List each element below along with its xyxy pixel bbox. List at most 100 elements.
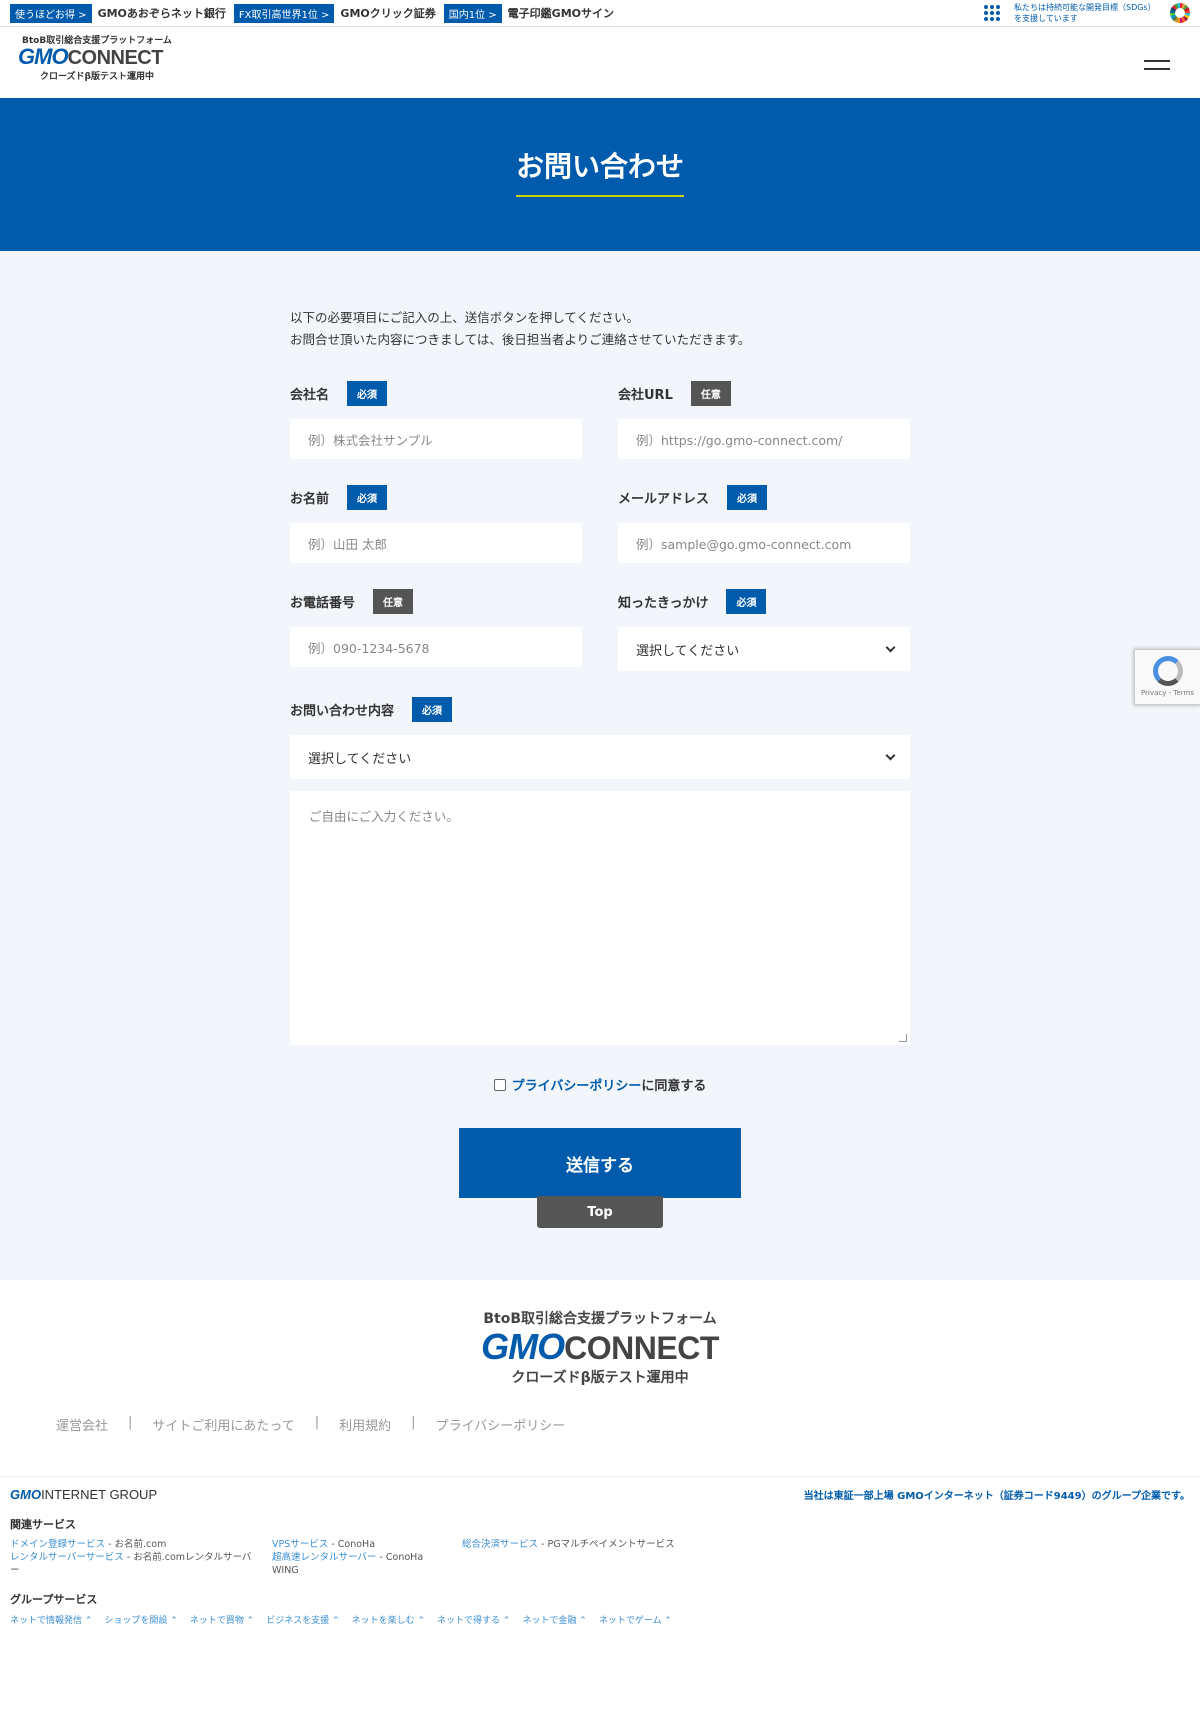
service-name[interactable]: PGマルチペイメントサービス — [548, 1539, 675, 1550]
promo-sign[interactable]: 国内1位 > 電子印鑑GMOサイン — [443, 3, 614, 23]
required-badge: 必須 — [347, 380, 388, 406]
service-link[interactable]: ドメイン登録サービス — [10, 1539, 105, 1550]
resize-handle-icon[interactable] — [899, 1034, 907, 1042]
required-badge: 必須 — [727, 484, 768, 510]
service-link[interactable]: レンタルサーバーサービス — [10, 1552, 124, 1563]
promo-badge[interactable]: 使うほどお得 > — [10, 3, 92, 23]
footer-logo[interactable]: BtoB取引総合支援プラットフォーム GMOCONNECT クローズドβ版テスト… — [0, 1308, 1200, 1387]
service-link[interactable]: 超高速レンタルサーバー — [272, 1552, 376, 1563]
group-service-item[interactable]: ネットで買物 ⌃ — [190, 1613, 254, 1626]
recaptcha-badge[interactable]: Privacy - Terms — [1134, 649, 1200, 705]
message-textarea[interactable]: ご自由にご入力ください。 — [290, 791, 910, 1045]
phone-field: お電話番号 任意 例）090-1234-5678 — [290, 588, 582, 671]
related-services: ドメイン登録サービス - お名前.com レンタルサーバーサービス - お名前.… — [10, 1539, 675, 1576]
required-badge: 必須 — [726, 588, 767, 614]
agree-text: に同意する — [641, 1079, 707, 1094]
inquiry-select-value: 選択してください — [308, 751, 412, 767]
required-badge: 必須 — [347, 484, 388, 510]
phone-label: お電話番号 — [290, 595, 356, 611]
message-placeholder: ご自由にご入力ください。 — [309, 809, 459, 824]
name-field: お名前 必須 例）山田 太郎 — [290, 484, 582, 563]
source-label: 知ったきっかけ — [618, 595, 709, 611]
divider: | — [314, 1415, 320, 1430]
related-services-title: 関連サービス — [10, 1518, 76, 1531]
group-footer: GMOINTERNET GROUP 当社は東証一部上場 GMOインターネット（証… — [0, 1476, 1200, 1636]
page-hero: お問い合わせ — [0, 98, 1200, 251]
group-services-title: グループサービス — [10, 1593, 98, 1606]
back-to-top-button[interactable]: Top — [537, 1196, 663, 1228]
phone-input[interactable]: 例）090-1234-5678 — [290, 627, 582, 667]
optional-badge: 任意 — [690, 380, 731, 406]
agree-checkbox[interactable] — [493, 1078, 506, 1091]
group-services-list: ネットで情報発信 ⌃ ショップを開設 ⌃ ネットで買物 ⌃ ビジネスを支援 ⌃ … — [10, 1613, 1190, 1626]
promo-securities[interactable]: FX取引高世界1位 > GMOクリック証券 — [233, 3, 436, 23]
group-service-item[interactable]: ネットで得する ⌃ — [437, 1613, 510, 1626]
footer-link-terms[interactable]: 利用規約 — [339, 1415, 391, 1434]
site-footer: BtoB取引総合支援プラットフォーム GMOCONNECT クローズドβ版テスト… — [0, 1280, 1200, 1636]
promo-badge[interactable]: FX取引高世界1位 > — [233, 3, 335, 23]
chevron-down-icon — [885, 642, 896, 652]
source-select-value: 選択してください — [636, 643, 740, 659]
promo-bank[interactable]: 使うほどお得 > GMOあおぞらネット銀行 — [10, 3, 226, 23]
promo-text[interactable]: GMOクリック証券 — [340, 5, 435, 21]
divider: | — [411, 1415, 416, 1430]
name-label: お名前 — [290, 491, 330, 507]
group-service-item[interactable]: ネットでゲーム ⌃ — [599, 1613, 672, 1626]
sdgs-text: 私たちは持続可能な開発目標（SDGs） を支援しています — [1014, 3, 1156, 23]
source-select[interactable]: 選択してください — [618, 627, 910, 671]
sdgs-wheel-icon — [1170, 3, 1190, 23]
service-link[interactable]: 総合決済サービス — [462, 1539, 538, 1550]
url-label: 会社URL — [618, 387, 673, 403]
company-field: 会社名 必須 例）株式会社サンプル — [290, 380, 582, 459]
site-header: BtoB取引総合支援プラットフォーム GMOCONNECT クローズドβ版テスト… — [0, 27, 1200, 98]
divider: | — [128, 1415, 133, 1430]
required-badge: 必須 — [412, 696, 453, 722]
promo-text[interactable]: GMOあおぞらネット銀行 — [98, 5, 226, 21]
footer-link-privacy[interactable]: プライバシーポリシー — [436, 1415, 566, 1434]
contact-form: 以下の必要項目にご記入の上、送信ボタンを押してください。 お問合せ頂いた内容につ… — [290, 307, 910, 1228]
footer-wordmark: GMOCONNECT — [481, 1326, 719, 1367]
top-promo-bar: 使うほどお得 > GMOあおぞらネット銀行 FX取引高世界1位 > GMOクリッ… — [0, 0, 1200, 27]
email-field: メールアドレス 必須 例）sample@go.gmo-connect.com — [618, 484, 910, 563]
privacy-policy-link[interactable]: プライバシーポリシー — [512, 1075, 642, 1094]
footer-tagline: BtoB取引総合支援プラットフォーム — [483, 1311, 717, 1327]
group-service-item[interactable]: ネットを楽しむ ⌃ — [352, 1613, 425, 1626]
email-input[interactable]: 例）sample@go.gmo-connect.com — [618, 523, 910, 563]
service-link[interactable]: VPSサービス — [272, 1539, 328, 1550]
logo-subtitle: クローズドβ版テスト運用中 — [40, 72, 154, 82]
optional-badge: 任意 — [373, 588, 414, 614]
page-title: お問い合わせ — [515, 145, 684, 197]
group-service-item[interactable]: ネットで情報発信 ⌃ — [10, 1613, 92, 1626]
footer-link-company[interactable]: 運営会社 — [56, 1415, 108, 1434]
menu-icon[interactable] — [1144, 60, 1170, 76]
chevron-down-icon — [885, 750, 896, 760]
source-field: 知ったきっかけ 必須 選択してください — [618, 588, 910, 671]
apps-grid-icon[interactable] — [984, 5, 1000, 21]
email-label: メールアドレス — [618, 491, 710, 507]
inquiry-select[interactable]: 選択してください — [290, 735, 910, 779]
recaptcha-links[interactable]: Privacy - Terms — [1135, 689, 1200, 697]
recaptcha-icon — [1152, 656, 1183, 686]
footer-links: 運営会社 | サイトご利用にあたって | 利用規約 | プライバシーポリシー — [0, 1387, 1200, 1434]
inquiry-label: お問い合わせ内容 — [290, 703, 395, 719]
contact-section: 以下の必要項目にご記入の上、送信ボタンを押してください。 お問合せ頂いた内容につ… — [0, 251, 1200, 1280]
submit-button[interactable]: 送信する — [459, 1128, 741, 1198]
company-label: 会社名 — [290, 387, 330, 403]
group-service-item[interactable]: ネットで金融 ⌃ — [522, 1613, 586, 1626]
promo-badge[interactable]: 国内1位 > — [443, 3, 502, 23]
group-service-item[interactable]: ビジネスを支援 ⌃ — [266, 1613, 339, 1626]
footer-link-site-use[interactable]: サイトご利用にあたって — [152, 1415, 294, 1434]
promo-text[interactable]: 電子印鑑GMOサイン — [508, 5, 614, 21]
service-name[interactable]: ConoHa — [338, 1539, 375, 1550]
name-input[interactable]: 例）山田 太郎 — [290, 523, 582, 563]
group-service-item[interactable]: ショップを開設 ⌃ — [104, 1613, 177, 1626]
url-field: 会社URL 任意 例）https://go.gmo-connect.com/ — [618, 380, 910, 459]
url-input[interactable]: 例）https://go.gmo-connect.com/ — [618, 419, 910, 459]
company-input[interactable]: 例）株式会社サンプル — [290, 419, 582, 459]
group-logo[interactable]: GMOINTERNET GROUP — [10, 1487, 157, 1502]
logo-wordmark: GMOCONNECT — [18, 44, 163, 70]
inquiry-field: お問い合わせ内容 必須 選択してください — [290, 696, 910, 779]
service-name[interactable]: お名前.com — [115, 1539, 167, 1550]
sdgs-area: 私たちは持続可能な開発目標（SDGs） を支援しています — [984, 2, 1190, 24]
site-logo[interactable]: BtoB取引総合支援プラットフォーム GMOCONNECT クローズドβ版テスト… — [18, 33, 188, 82]
